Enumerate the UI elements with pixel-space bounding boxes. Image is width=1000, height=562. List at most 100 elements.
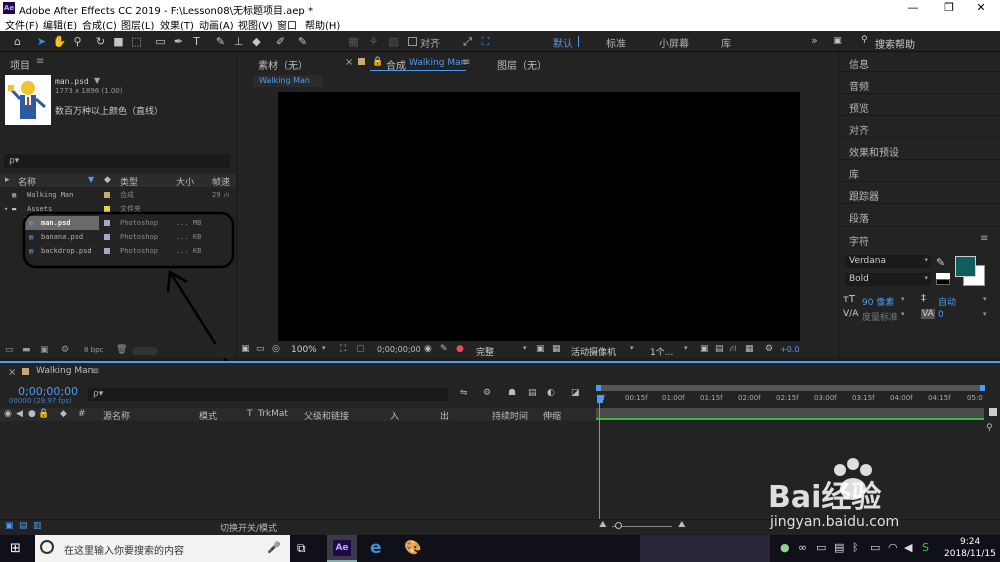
layer-switches-toggle-icon[interactable]: ▣ <box>5 521 14 531</box>
windows-start-icon[interactable]: ⊞ <box>10 541 21 556</box>
font-size-value[interactable]: 90 像素 <box>862 295 894 308</box>
menu-animation[interactable]: 动画(A) <box>199 17 234 32</box>
fast-previews-icon[interactable]: ▤ <box>715 344 724 354</box>
menu-window[interactable]: 窗口 <box>277 17 297 32</box>
region-icon[interactable]: ▢ <box>356 344 365 354</box>
new-composition-icon[interactable]: ▣ <box>40 345 49 355</box>
column-stretch[interactable]: 伸缩 <box>543 409 561 422</box>
maximize-icon[interactable]: ❐ <box>934 0 964 16</box>
lock-icon[interactable]: 🔒 <box>38 409 49 419</box>
fill-color-swatch[interactable] <box>955 256 976 277</box>
lock-icon[interactable]: 🔒 <box>372 57 383 67</box>
playhead-handle[interactable] <box>597 395 603 403</box>
always-preview-icon[interactable]: ▣ <box>241 344 250 354</box>
workspace-library[interactable]: 库 <box>721 35 731 50</box>
chevron-down-icon[interactable]: ▾ <box>523 344 527 352</box>
vr-icon[interactable]: ◎ <box>272 344 280 354</box>
font-family-select[interactable]: Verdana ▾ <box>845 255 931 268</box>
pan-behind-tool-icon[interactable]: ⬚ <box>129 34 144 49</box>
help-search-field[interactable]: ⚲ 搜索帮助 <box>857 34 1000 51</box>
video-switch-icon[interactable]: ◉ <box>4 409 12 419</box>
frame-blending-icon[interactable]: ▤ <box>528 388 537 398</box>
delete-icon[interactable]: 🗑 <box>116 345 127 355</box>
graph-editor-icon[interactable]: ◪ <box>571 388 580 398</box>
snap-icon[interactable]: ⤢ <box>460 34 475 49</box>
panel-info[interactable]: 信息 <box>849 56 869 71</box>
type-tool-icon[interactable]: T <box>189 34 204 49</box>
tab-composition-name[interactable]: Walking Man <box>409 58 466 68</box>
clock-date[interactable]: 2018/11/15 <box>944 549 996 559</box>
task-view-icon[interactable]: ⧉ <box>297 541 306 556</box>
menu-edit[interactable]: 编辑(E) <box>43 17 77 32</box>
column-out[interactable]: 出 <box>440 409 449 422</box>
work-area-start-handle[interactable] <box>596 385 601 391</box>
audio-switch-icon[interactable]: ◀ <box>16 409 23 419</box>
shy-layers-icon[interactable]: ☗ <box>508 388 516 398</box>
zoom-slider-knob[interactable] <box>615 522 622 529</box>
hand-tool-icon[interactable]: ✋ <box>52 34 67 49</box>
comp-mini-flowchart-icon[interactable]: ⇋ <box>460 388 468 398</box>
motion-blur-icon[interactable]: ◐ <box>547 388 555 398</box>
panel-menu-icon[interactable]: ≡ <box>462 57 470 68</box>
view-layout-select[interactable]: 1个... <box>650 345 673 358</box>
panel-preview[interactable]: 预览 <box>849 100 869 115</box>
chevron-down-icon[interactable]: ▾ <box>983 295 987 303</box>
resolution-select[interactable]: 完整 <box>476 345 494 358</box>
clone-stamp-tool-icon[interactable]: ⊥ <box>231 34 246 49</box>
chevron-down-icon[interactable]: ▼ <box>94 76 100 85</box>
puppet-pin-tool-icon[interactable]: ✎ <box>295 34 310 49</box>
comp-breadcrumb[interactable]: Walking Man <box>253 75 323 87</box>
interpret-footage-icon[interactable]: ▭ <box>5 345 14 355</box>
roto-brush-tool-icon[interactable]: ✐ <box>273 34 288 49</box>
chevron-down-icon[interactable]: ▾ <box>322 344 326 352</box>
chevron-down-icon[interactable]: ▾ <box>901 295 905 303</box>
rectangle-tool-icon[interactable]: ▭ <box>153 34 168 49</box>
zoom-in-icon[interactable]: ⛰ <box>678 520 686 530</box>
thumbnail-zoom-slider[interactable] <box>132 347 158 355</box>
work-area-bar[interactable] <box>596 385 984 391</box>
column-mode[interactable]: 模式 <box>199 409 217 422</box>
project-search-input[interactable]: ρ▾ <box>4 154 230 168</box>
tab-footage[interactable]: 素材（无） <box>258 57 308 72</box>
playhead-line[interactable] <box>599 403 600 521</box>
toggle-switches-modes[interactable]: 切换开关/模式 <box>220 521 277 534</box>
home-icon[interactable]: ⌂ <box>10 34 25 49</box>
font-style-select[interactable]: Bold ▾ <box>845 273 931 286</box>
flowchart-icon[interactable]: ▦ <box>745 344 754 354</box>
bit-depth-label[interactable]: 8 bpc <box>84 346 103 354</box>
channel-icon[interactable]: ● <box>456 344 464 354</box>
column-size[interactable]: 大小 <box>176 175 194 188</box>
close-icon[interactable]: × <box>345 57 353 68</box>
viewer-timecode[interactable]: 0;00;00;00 <box>377 345 421 354</box>
chevron-down-icon[interactable]: ▾ <box>901 310 905 318</box>
timeline-icon[interactable]: ⛙ <box>730 344 736 355</box>
composition-canvas[interactable] <box>278 92 800 341</box>
eraser-tool-icon[interactable]: ◆ <box>249 34 264 49</box>
eyedropper-icon[interactable]: ✎ <box>936 256 945 269</box>
column-parent[interactable]: 父级和链接 <box>304 409 349 422</box>
workspace-standard[interactable]: 标准 <box>606 35 626 50</box>
brush-tool-icon[interactable]: ✎ <box>213 34 228 49</box>
chevron-down-icon[interactable]: ▾ <box>983 310 987 318</box>
show-snapshot-icon[interactable]: ✎ <box>440 344 448 354</box>
work-area-end-handle[interactable] <box>980 385 985 391</box>
project-panel-menu-icon[interactable]: ≡ <box>36 56 44 67</box>
roi-icon[interactable]: ▣ <box>536 344 545 354</box>
character-panel-title[interactable]: 字符 <box>849 233 869 248</box>
tag-icon[interactable]: ◆ <box>60 409 67 419</box>
snap-options-icon[interactable]: ⛶ <box>478 34 493 49</box>
zoom-tool-icon[interactable]: ⚲ <box>70 34 85 49</box>
camera-select[interactable]: 活动摄像机 <box>571 345 616 358</box>
project-panel-title[interactable]: 项目 <box>10 57 30 72</box>
camera-tool-icon[interactable]: ■ <box>111 34 126 49</box>
solo-icon[interactable]: ● <box>28 409 36 419</box>
zoom-select[interactable]: 100% <box>291 345 317 355</box>
column-duration[interactable]: 持续时间 <box>492 409 528 422</box>
workspace-more[interactable]: » <box>811 34 818 47</box>
chevron-down-icon[interactable]: ▾ <box>630 344 634 352</box>
sort-arrow-icon[interactable]: ▼ <box>88 175 94 184</box>
pen-tool-icon[interactable]: ✒ <box>171 34 186 49</box>
reset-exposure-icon[interactable]: ⚙ <box>765 344 773 354</box>
column-t[interactable]: T <box>247 409 253 419</box>
black-swatch[interactable] <box>936 279 950 285</box>
